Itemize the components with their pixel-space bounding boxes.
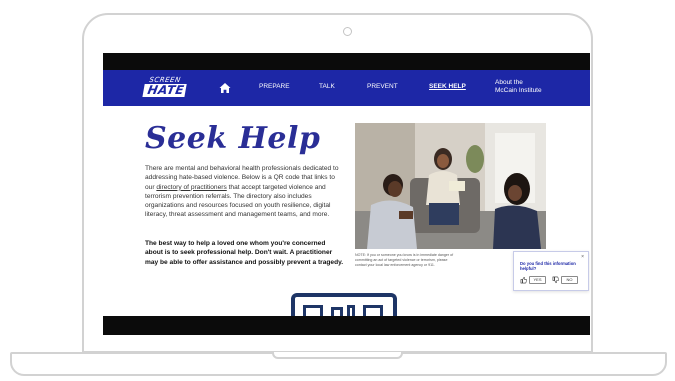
callout-paragraph: The best way to help a loved one whom yo…: [145, 240, 344, 266]
screen-bezel-top: [103, 53, 590, 70]
feedback-widget: × Do you find this information helpful? …: [513, 251, 589, 291]
feedback-question: Do you find this information helpful?: [520, 261, 576, 272]
laptop-notch: [272, 352, 403, 359]
page-title: Seek Help: [145, 121, 321, 156]
screen-bezel-bottom: [103, 316, 590, 335]
thumbs-down-icon[interactable]: [552, 276, 559, 284]
nav-about-line1: About the: [495, 79, 523, 86]
feedback-yes-button[interactable]: YES: [529, 276, 546, 284]
nav-about-line2: McCain Institute: [495, 86, 542, 94]
nav-prevent[interactable]: PREVENT: [367, 83, 398, 91]
logo-bottom-text: HATE: [142, 83, 187, 97]
feedback-no-button[interactable]: NO: [561, 276, 578, 284]
thumbs-up-icon[interactable]: [520, 276, 527, 284]
directory-link[interactable]: directory of practitioners: [156, 184, 226, 191]
home-icon[interactable]: [219, 82, 231, 94]
close-icon[interactable]: ×: [581, 254, 584, 260]
nav-prepare[interactable]: PREPARE: [259, 83, 290, 91]
navbar: SCREEN HATE PREPARE TALK PREVENT SEEK HE…: [103, 70, 590, 106]
nav-talk[interactable]: TALK: [319, 83, 335, 91]
emergency-note: NOTE: If you or someone you know is in i…: [355, 253, 454, 267]
nav-seek-help[interactable]: SEEK HELP: [429, 83, 466, 91]
logo[interactable]: SCREEN HATE: [142, 76, 188, 100]
counseling-photo: [355, 123, 546, 249]
screen: SCREEN HATE PREPARE TALK PREVENT SEEK HE…: [103, 53, 590, 335]
camera-icon: [343, 27, 352, 36]
intro-paragraph: There are mental and behavioral health p…: [145, 164, 345, 220]
nav-about-mccain[interactable]: About the McCain Institute: [495, 79, 555, 94]
